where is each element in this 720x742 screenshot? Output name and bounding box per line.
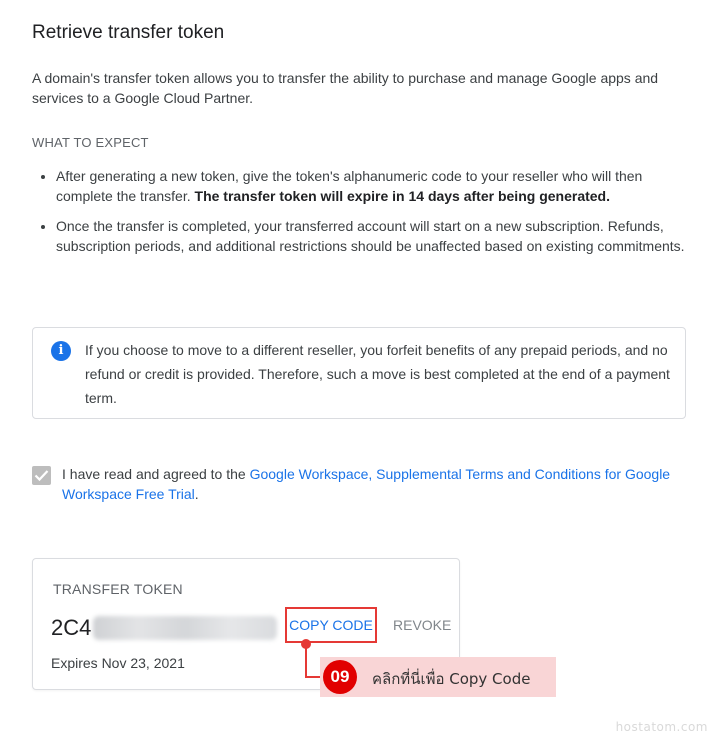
annotation-text: คลิกที่นี่เพื่อ Copy Code (372, 670, 531, 688)
agreement-checkbox[interactable] (32, 466, 51, 485)
token-code-redacted (93, 616, 277, 640)
expires-date: Expires Nov 23, 2021 (51, 655, 185, 671)
copy-code-button[interactable]: COPY CODE (285, 607, 377, 643)
what-to-expect-heading: WHAT TO EXPECT (32, 135, 149, 150)
agreement-text: I have read and agreed to the Google Wor… (62, 464, 682, 504)
bullet-bold-text: The transfer token will expire in 14 day… (194, 188, 610, 204)
info-notice: i If you choose to move to a different r… (32, 327, 686, 419)
agreement-prefix: I have read and agreed to the (62, 466, 250, 482)
token-label: TRANSFER TOKEN (53, 581, 183, 597)
info-icon: i (51, 341, 71, 361)
revoke-button[interactable]: REVOKE (393, 617, 451, 633)
watermark: hostatom.com (615, 720, 708, 734)
annotation-callout: 09 คลิกที่นี่เพื่อ Copy Code (320, 657, 556, 697)
page-title: Retrieve transfer token (32, 22, 225, 43)
intro-text: A domain's transfer token allows you to … (32, 70, 659, 106)
agreement-suffix: . (194, 486, 199, 502)
checkmark-icon (34, 470, 49, 482)
list-item: Once the transfer is completed, your tra… (56, 216, 696, 256)
info-text: If you choose to move to a different res… (85, 342, 670, 406)
step-number-badge: 09 (323, 660, 357, 694)
expectations-list: After generating a new token, give the t… (32, 166, 696, 266)
annotation-dot (301, 639, 311, 649)
list-item: After generating a new token, give the t… (56, 166, 696, 206)
token-code: 2C4 (51, 615, 92, 640)
